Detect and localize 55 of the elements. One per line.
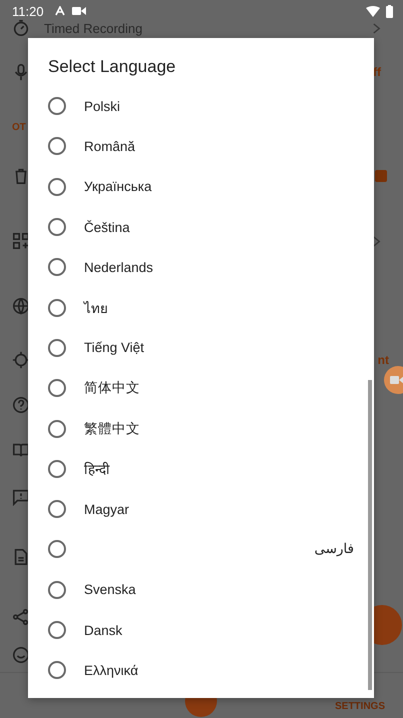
radio-button[interactable] [48,540,66,558]
language-option[interactable]: Svenska [28,570,374,610]
setting-value: nt [378,353,389,367]
dialog-title: Select Language [47,56,177,78]
radio-button[interactable] [48,137,66,156]
language-option[interactable]: 简体中文 [28,368,374,408]
radio-button[interactable] [48,258,66,276]
radio-button[interactable] [48,420,66,438]
chevron-right-icon [372,234,381,248]
language-option[interactable]: हिन्दी [28,448,374,489]
language-option[interactable]: Magyar [28,488,374,530]
setting-label: Timed Recording [44,20,143,36]
checkbox[interactable] [375,170,387,182]
chevron-right-icon [372,22,381,34]
scrollbar[interactable] [368,380,372,690]
notification-icon [54,6,66,16]
grid-icon [12,232,30,250]
radio-button[interactable] [48,178,66,196]
language-option[interactable]: Ελληνικά [28,650,374,690]
document-icon [12,548,30,566]
radio-button[interactable] [48,661,66,680]
radio-button[interactable] [48,97,66,116]
section-header: OT [12,122,26,132]
timer-icon [12,19,30,37]
language-option[interactable]: Tiếng Việt [28,328,374,368]
globe-icon [12,297,30,315]
language-option[interactable]: 繁體中文 [28,408,374,449]
book-icon [12,441,30,459]
setting-value: ff [373,65,381,79]
radio-button[interactable] [48,460,66,478]
radio-button[interactable] [48,500,66,518]
language-option[interactable]: ไทย [28,287,374,328]
language-option[interactable]: Українська [28,166,374,207]
battery-icon [386,4,393,18]
status-time: 11:20 [12,4,44,18]
radio-button[interactable] [48,338,66,357]
language-option[interactable]: Čeština [28,206,374,248]
microphone-icon [12,63,30,81]
video-camera-icon [390,375,403,385]
radio-button[interactable] [48,580,66,599]
language-option[interactable]: Nederlands [28,247,374,288]
feedback-icon [12,488,30,506]
language-option[interactable]: Polski [28,86,374,126]
video-camera-icon [72,6,86,16]
radio-button[interactable] [48,621,66,639]
language-option[interactable]: Română [28,126,374,167]
wifi-icon [366,6,380,16]
language-option[interactable]: Dansk [28,610,374,650]
language-option[interactable]: فارسی [28,529,374,570]
radio-button[interactable] [48,298,66,317]
share-icon [12,608,30,626]
radio-button[interactable] [48,218,66,236]
radio-button[interactable] [48,379,66,398]
smile-icon [12,646,30,664]
help-icon [12,396,30,414]
